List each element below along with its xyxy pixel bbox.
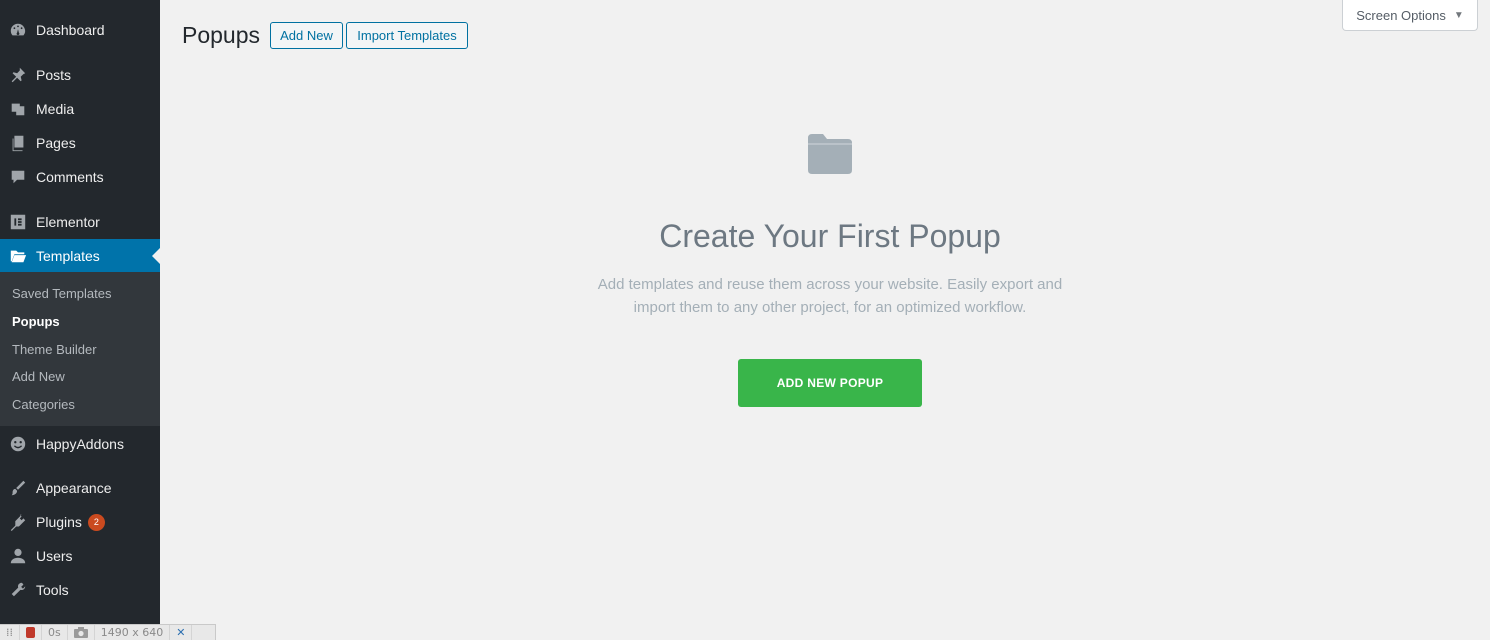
recorder-time: 0s — [42, 624, 68, 640]
sidebar-item-label: Pages — [36, 135, 76, 151]
sidebar-item-comments[interactable]: Comments — [0, 160, 160, 194]
happyaddons-icon — [0, 435, 36, 453]
submenu-popups[interactable]: Popups — [12, 314, 60, 329]
dashboard-icon — [0, 21, 36, 39]
media-icon — [0, 100, 36, 118]
submenu-saved-templates[interactable]: Saved Templates — [12, 286, 112, 301]
plugin-icon — [0, 513, 36, 531]
sidebar-item-users[interactable]: Users — [0, 539, 160, 573]
sidebar-item-plugins[interactable]: Plugins 2 — [0, 505, 160, 539]
record-button[interactable] — [20, 624, 42, 640]
wp-admin-screen: Dashboard Posts Media Pages Comments Ele… — [0, 0, 1490, 640]
folder-icon — [808, 134, 852, 174]
brush-icon — [0, 479, 36, 497]
caret-down-icon: ▼ — [1453, 9, 1464, 21]
sidebar-item-label: Posts — [36, 67, 72, 83]
record-icon — [26, 627, 35, 638]
sidebar-item-appearance[interactable]: Appearance — [0, 471, 160, 505]
user-icon — [0, 547, 36, 565]
import-templates-button[interactable]: Import Templates — [346, 22, 468, 49]
add-new-button[interactable]: Add New — [270, 22, 343, 49]
sidebar-item-tools[interactable]: Tools — [0, 573, 160, 607]
wrench-icon — [0, 581, 36, 599]
comment-icon — [0, 168, 36, 186]
pages-icon — [0, 134, 36, 152]
sidebar-item-posts[interactable]: Posts — [0, 58, 160, 92]
empty-state-description-line: import them to any other project, for an… — [633, 299, 1027, 316]
pin-icon — [0, 66, 36, 84]
add-new-popup-button[interactable]: ADD NEW POPUP — [738, 359, 922, 407]
sidebar-item-label: Plugins — [36, 514, 82, 530]
recorder-size: 1490 x 640 — [95, 624, 171, 640]
sidebar-item-label: Media — [36, 101, 75, 117]
drag-handle-icon[interactable]: ⁞⁞ — [0, 624, 20, 640]
sidebar-item-dashboard[interactable]: Dashboard — [0, 13, 160, 47]
sidebar-item-label: Dashboard — [36, 22, 105, 38]
submenu-add-new[interactable]: Add New — [12, 369, 65, 384]
camera-icon[interactable] — [68, 624, 95, 640]
sidebar-item-label: HappyAddons — [36, 436, 124, 452]
sidebar-item-happyaddons[interactable]: HappyAddons — [0, 427, 160, 461]
recorder-toolbar: ⁞⁞ 0s 1490 x 640 ✕ — [0, 624, 216, 640]
sidebar-item-label: Users — [36, 548, 73, 564]
sidebar-item-label: Comments — [36, 169, 104, 185]
plugins-update-badge: 2 — [87, 513, 105, 531]
sidebar-item-pages[interactable]: Pages — [0, 126, 160, 160]
page-title: Popups — [182, 22, 261, 48]
submenu-categories[interactable]: Categories — [12, 397, 75, 412]
sidebar-item-label: Tools — [36, 582, 69, 598]
screen-options-button[interactable]: Screen Options ▼ — [1342, 0, 1478, 31]
screen-options-label: Screen Options — [1356, 7, 1446, 23]
templates-submenu: Saved Templates Popups Theme Builder Add… — [0, 272, 160, 426]
admin-sidebar: Dashboard Posts Media Pages Comments Ele… — [0, 0, 160, 640]
sidebar-item-media[interactable]: Media — [0, 92, 160, 126]
empty-state-title: Create Your First Popup — [659, 218, 1001, 254]
empty-state-description: Add templates and reuse them across your… — [580, 273, 1080, 319]
empty-state-description-line: Add templates and reuse them across your… — [597, 276, 1063, 293]
sidebar-item-label: Appearance — [36, 480, 112, 496]
close-icon[interactable]: ✕ — [170, 624, 193, 640]
submenu-theme-builder[interactable]: Theme Builder — [12, 342, 97, 357]
